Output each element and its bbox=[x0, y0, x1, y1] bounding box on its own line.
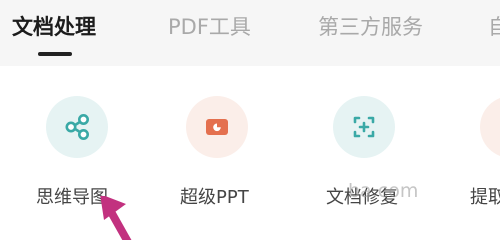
super-ppt-label: 超级PPT bbox=[180, 187, 249, 208]
share-icon bbox=[65, 114, 89, 140]
super-ppt-icon-circle bbox=[186, 96, 248, 158]
mind-map-icon-circle bbox=[46, 96, 108, 158]
document-repair-tool[interactable]: 文档修复 bbox=[320, 66, 430, 240]
tab-third-party-services[interactable]: 第三方服务 bbox=[318, 10, 423, 44]
ppt-icon bbox=[206, 119, 228, 135]
document-repair-icon bbox=[353, 116, 375, 138]
screen: 文档处理 PDF工具 第三方服务 自 思维导图 超级PPT 文档修复 提取 ba… bbox=[0, 0, 500, 240]
active-tab-indicator bbox=[38, 52, 72, 56]
extract-icon bbox=[495, 111, 500, 143]
document-repair-icon-circle bbox=[333, 96, 395, 158]
document-repair-label: 文档修复 bbox=[326, 187, 398, 208]
tab-bar: 文档处理 PDF工具 第三方服务 自 bbox=[0, 0, 500, 66]
mind-map-label: 思维导图 bbox=[36, 187, 108, 208]
extract-label: 提取 bbox=[470, 187, 500, 208]
tab-document-processing[interactable]: 文档处理 bbox=[12, 10, 96, 44]
tab-more[interactable]: 自 bbox=[488, 10, 500, 44]
extract-tool[interactable]: 提取 bbox=[470, 66, 500, 240]
extract-icon-circle bbox=[480, 96, 500, 158]
tool-grid: 思维导图 超级PPT 文档修复 提取 bbox=[0, 66, 500, 240]
super-ppt-tool[interactable]: 超级PPT bbox=[172, 66, 282, 240]
mind-map-tool[interactable]: 思维导图 bbox=[24, 66, 134, 240]
tab-pdf-tools[interactable]: PDF工具 bbox=[168, 10, 251, 44]
